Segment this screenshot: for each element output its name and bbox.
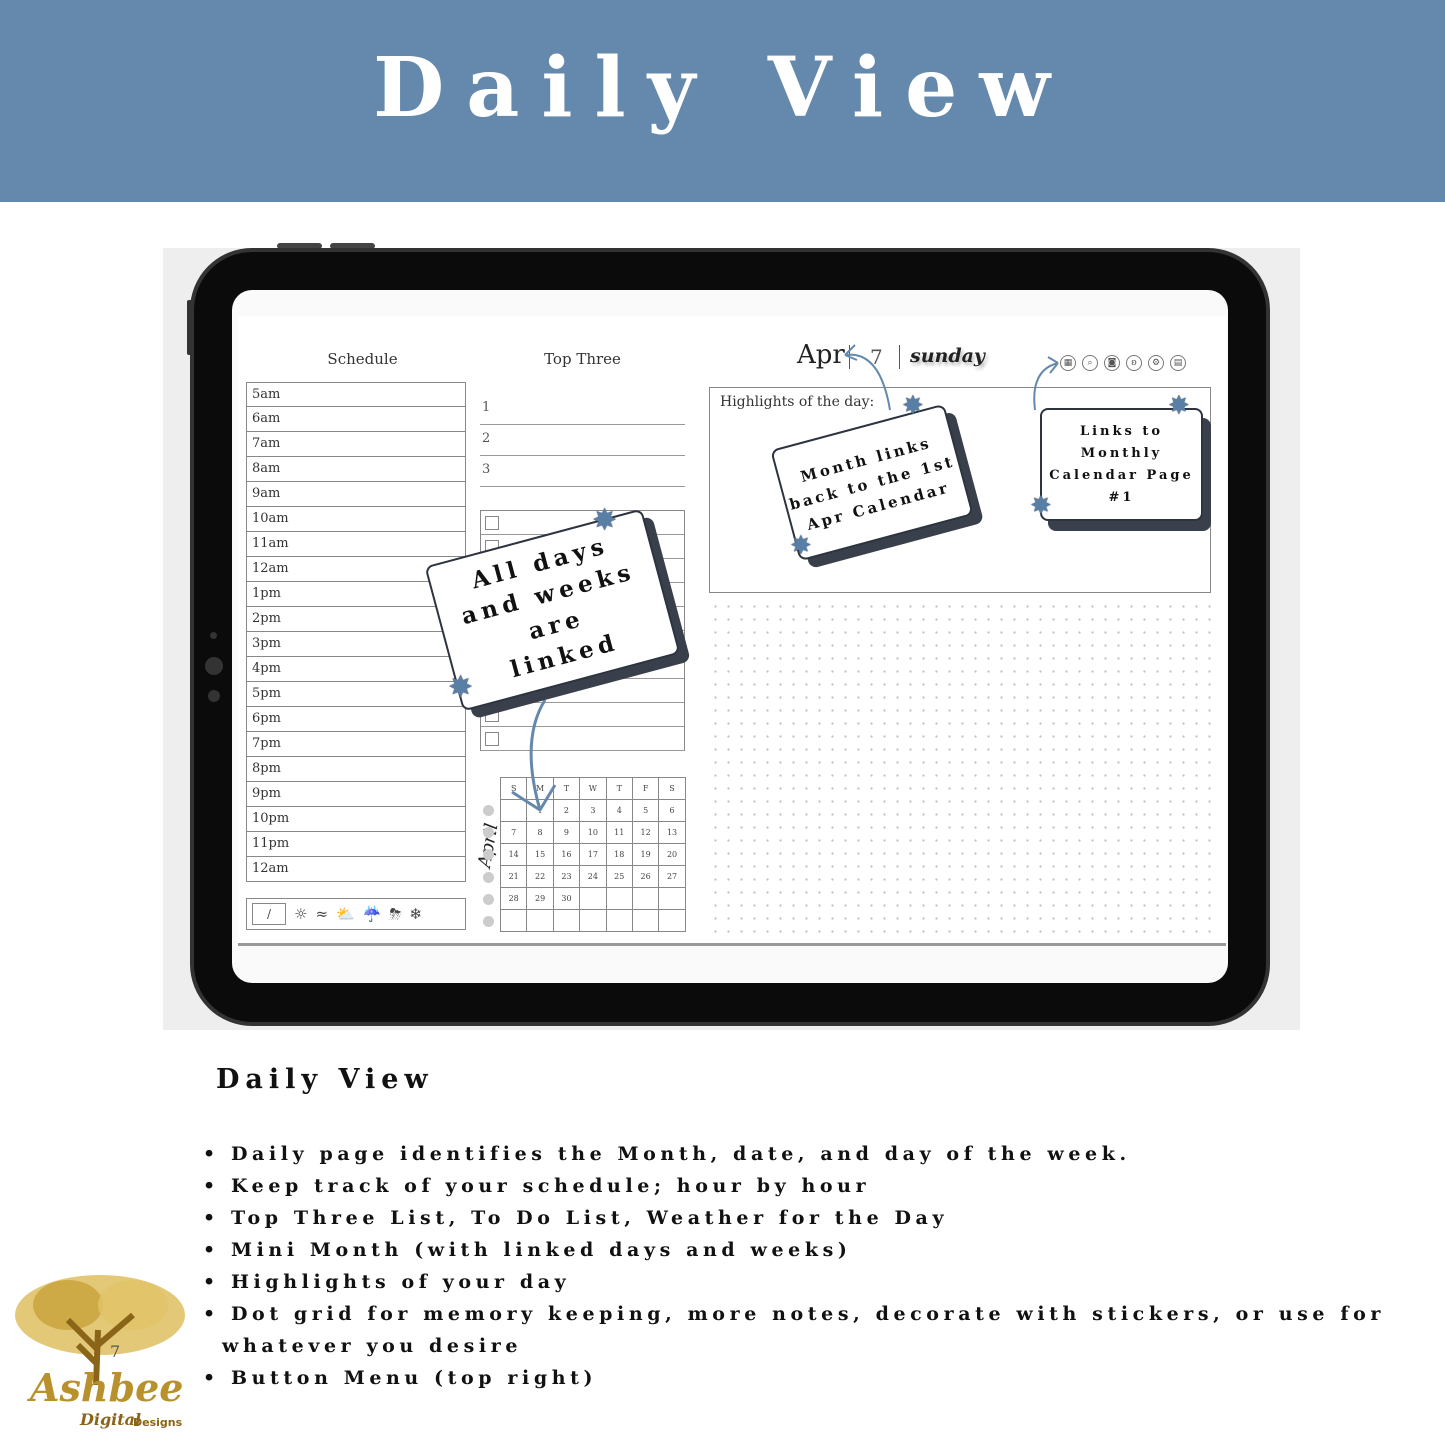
feature-list: Daily page identifies the Month, date, a… <box>203 1138 1403 1394</box>
star-icon: ✸ <box>592 503 618 538</box>
star-icon: ✸ <box>790 531 812 561</box>
feature-item: Keep track of your schedule; hour by hou… <box>203 1170 1403 1202</box>
feature-item: Mini Month (with linked days and weeks) <box>203 1234 1403 1266</box>
arrow-menu <box>1033 362 1059 411</box>
feature-item: Button Menu (top right) <box>203 1362 1403 1394</box>
star-icon: ✸ <box>902 391 924 421</box>
arrow-days <box>529 699 547 811</box>
logo-number: 7 <box>110 1342 121 1361</box>
logo-sub: Digital <box>80 1410 142 1429</box>
callout-line: Monthly <box>1080 445 1163 461</box>
star-icon: ✸ <box>1030 491 1052 521</box>
feature-item: Daily page identifies the Month, date, a… <box>203 1138 1403 1170</box>
star-icon: ✸ <box>1168 391 1190 421</box>
callout-line: Calendar Page <box>1049 467 1194 483</box>
arrow-head <box>844 344 858 361</box>
callout-line: #1 <box>1108 489 1135 505</box>
feature-item: Dot grid for memory keeping, more notes,… <box>203 1298 1403 1362</box>
logo-sub2: Designs <box>133 1416 183 1429</box>
callout-line: Links to <box>1079 423 1164 439</box>
ashbee-logo: Ashbee 7 Digital Designs <box>8 1270 193 1440</box>
description-title: Daily View <box>216 1064 434 1095</box>
callout-monthly-page: Links to Monthly Calendar Page #1 <box>1040 408 1203 521</box>
feature-item: Highlights of your day <box>203 1266 1403 1298</box>
logo-text: Ashbee <box>30 1365 184 1410</box>
arrow-month <box>844 353 891 411</box>
star-icon: ✸ <box>448 670 474 705</box>
feature-item: Top Three List, To Do List, Weather for … <box>203 1202 1403 1234</box>
